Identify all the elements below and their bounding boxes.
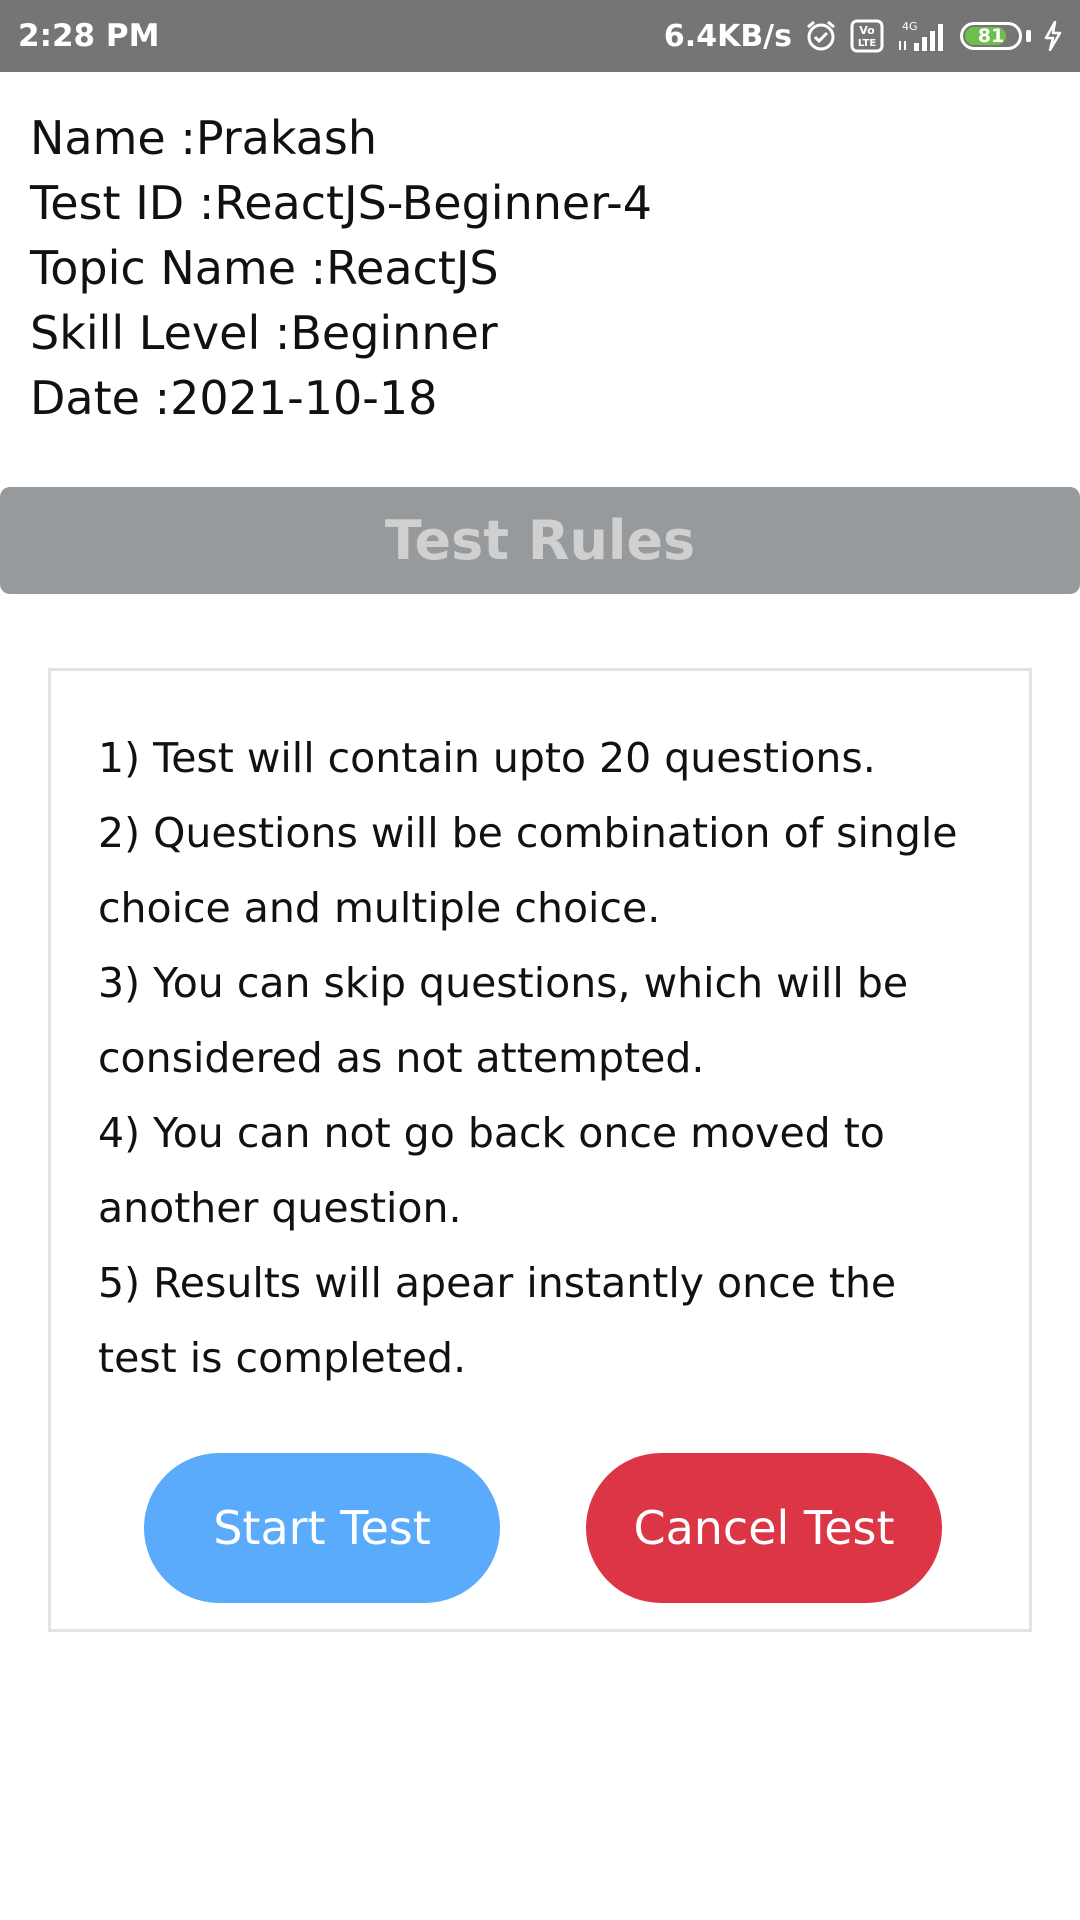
- volte-icon: Vo LTE: [850, 19, 884, 53]
- signal-4g-icon: 4G: [896, 19, 948, 53]
- svg-text:Vo: Vo: [859, 24, 875, 37]
- network-label: 4G: [902, 20, 918, 33]
- status-icons: 6.4KB/s Vo LTE 4G 81: [664, 19, 1062, 54]
- rule-item: 5) Results will apear instantly once the…: [98, 1259, 897, 1382]
- test-info: Name :Prakash Test ID :ReactJS-Beginner-…: [30, 106, 652, 431]
- info-test-id: Test ID :ReactJS-Beginner-4: [30, 176, 653, 230]
- rule-item: 3) You can skip questions, which will be…: [98, 959, 909, 1082]
- rule-item: 1) Test will contain upto 20 questions.: [98, 734, 876, 782]
- test-rules-header: Test Rules: [0, 487, 1080, 594]
- info-skill-level: Skill Level :Beginner: [30, 306, 498, 360]
- info-name: Name :Prakash: [30, 111, 377, 165]
- alarm-icon: [804, 19, 838, 53]
- rules-card: 1) Test will contain upto 20 questions. …: [48, 668, 1032, 1632]
- svg-text:LTE: LTE: [858, 38, 877, 49]
- start-test-button[interactable]: Start Test: [144, 1453, 500, 1603]
- rule-item: 2) Questions will be combination of sing…: [98, 809, 958, 932]
- battery-level: 81: [977, 25, 1005, 47]
- status-time: 2:28 PM: [18, 18, 160, 54]
- info-topic: Topic Name :ReactJS: [30, 241, 499, 295]
- rules-list: 1) Test will contain upto 20 questions. …: [98, 721, 978, 1396]
- rule-item: 4) You can not go back once moved to ano…: [98, 1109, 885, 1232]
- cancel-test-button[interactable]: Cancel Test: [586, 1453, 942, 1603]
- info-date: Date :2021-10-18: [30, 371, 438, 425]
- battery-icon: 81: [960, 22, 1032, 50]
- status-bar: 2:28 PM 6.4KB/s Vo LTE 4G 81: [0, 0, 1080, 72]
- network-speed: 6.4KB/s: [663, 18, 792, 54]
- charging-icon: [1044, 21, 1062, 51]
- battery-body: 81: [960, 22, 1022, 50]
